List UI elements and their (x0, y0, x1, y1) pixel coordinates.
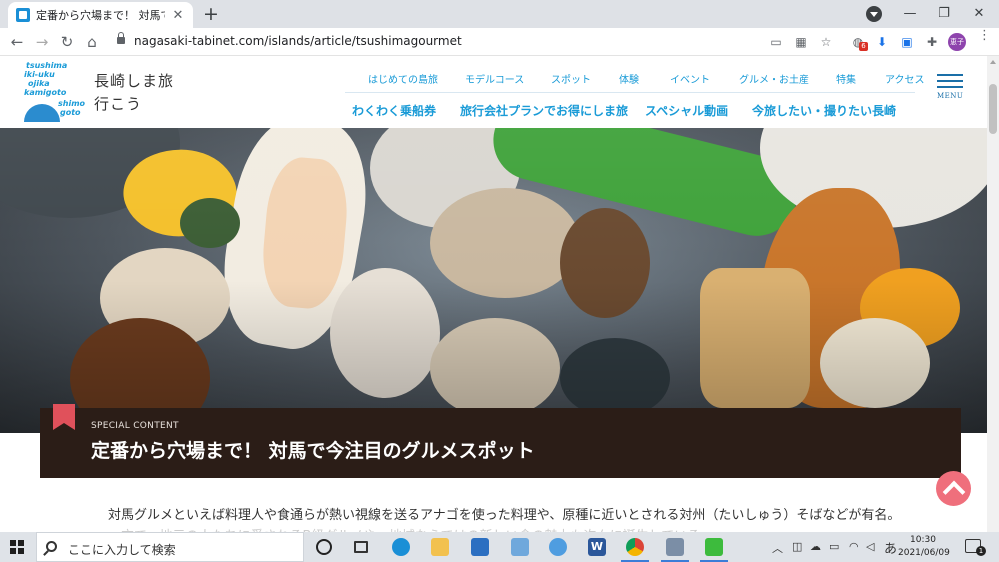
extension-badge: 6 (859, 42, 868, 51)
logo-word: tsushima (26, 61, 68, 70)
logo-word: iki-uku (24, 70, 55, 79)
restore-icon[interactable]: ❐ (927, 2, 961, 24)
logo-word: ojika (28, 79, 50, 88)
system-clock[interactable]: 10:30 2021/06/09 (898, 534, 950, 560)
app-icon[interactable] (705, 538, 723, 556)
nav-divider (345, 92, 915, 93)
home-icon[interactable]: ⌂ (82, 32, 102, 52)
site-favicon-icon (16, 8, 30, 22)
menu-bar-icon (937, 86, 963, 88)
windows-taskbar: ここに入力して検索 W ︿ ◫ ☁ ▭ ◠ ◁ あ 10:30 2021/06/… (0, 532, 999, 562)
tab-search-icon[interactable] (866, 6, 882, 22)
site-logo[interactable]: tsushima iki-uku ojika kamigoto shimo go… (22, 60, 86, 126)
bookmark-star-icon[interactable]: ☆ (818, 34, 834, 50)
address-bar[interactable]: nagasaki-tabinet.com/islands/article/tsu… (134, 34, 462, 48)
notification-count: 1 (976, 546, 986, 556)
back-icon[interactable]: ← (7, 32, 27, 52)
app-icon[interactable] (511, 538, 529, 556)
search-icon (46, 541, 57, 552)
cast-icon[interactable]: ▭ (768, 34, 784, 50)
article-title: 定番から穴場まで！ 対馬で今注目のグルメスポット (91, 440, 535, 462)
download-icon[interactable]: ⬇ (874, 34, 890, 50)
menu-bar-icon (937, 74, 963, 76)
menu-bar-icon (937, 80, 963, 82)
nav-spots[interactable]: スポット (551, 71, 591, 86)
nav-events[interactable]: イベント (670, 71, 710, 86)
page-top-button[interactable] (936, 471, 971, 506)
chrome-icon[interactable] (626, 538, 644, 556)
nav-travel-photo-nagasaki[interactable]: 今旅したい・撮りたい長崎 (752, 102, 896, 119)
tray-expand-icon[interactable]: ︿ (772, 540, 783, 556)
tab-title: 定番から穴場まで！ 対馬で今注目のグルメスポット (36, 9, 165, 22)
nav-wakuwaku-ticket[interactable]: わくわく乗船券 (352, 102, 436, 119)
logo-word: kamigoto (24, 88, 67, 97)
edge-icon[interactable] (392, 538, 410, 556)
mail-icon[interactable] (471, 538, 489, 556)
page-scrollbar[interactable] (987, 56, 999, 532)
new-tab-icon[interactable]: + (201, 3, 221, 25)
menu-label: MENU (937, 92, 964, 100)
file-explorer-icon[interactable] (431, 538, 449, 556)
browser-menu-icon[interactable]: ⋮ (978, 29, 991, 42)
taskbar-search-box[interactable]: ここに入力して検索 (36, 532, 304, 562)
internet-explorer-icon[interactable] (549, 538, 567, 556)
hero-shade (0, 128, 987, 433)
article-title-banner: SPECIAL CONTENT 定番から穴場まで！ 対馬で今注目のグルメスポット (40, 404, 961, 478)
close-window-icon[interactable]: ✕ (962, 2, 996, 24)
nav-experience[interactable]: 体験 (619, 71, 639, 86)
notification-icon[interactable]: 1 (965, 539, 986, 556)
nav-gourmet-souvenirs[interactable]: グルメ・お土産 (739, 71, 809, 86)
onedrive-icon[interactable]: ☁ (810, 540, 821, 553)
special-content-label: SPECIAL CONTENT (91, 421, 179, 431)
nav-first-island-trip[interactable]: はじめての島旅 (368, 71, 438, 86)
tray-app-icon[interactable]: ◫ (792, 540, 802, 553)
clock-time: 10:30 (910, 535, 936, 545)
site-header: tsushima iki-uku ojika kamigoto shimo go… (0, 56, 999, 128)
hamburger-menu-button[interactable]: MENU (937, 74, 963, 104)
scrollbar-thumb[interactable] (989, 84, 997, 134)
island-logo-icon (24, 104, 60, 122)
volume-icon[interactable]: ◁ (866, 540, 874, 553)
nav-access[interactable]: アクセス (885, 71, 925, 86)
logo-word: shimo (58, 99, 86, 108)
app-icon[interactable] (666, 538, 684, 556)
qr-icon[interactable]: ▦ (793, 34, 809, 50)
extension-shield-icon[interactable]: ◍ 6 (850, 34, 868, 51)
browser-toolbar: ← → ↻ ⌂ nagasaki-tabinet.com/islands/art… (0, 28, 999, 56)
hero-food-photo (0, 128, 987, 433)
lock-icon (117, 32, 125, 44)
scroll-up-icon[interactable] (990, 60, 996, 64)
clock-date: 2021/06/09 (898, 548, 950, 558)
article-intro: 対馬グルメといえば料理人や食通らが熱い視線を送るアナゴを使った料理や、原種に近い… (108, 508, 901, 523)
word-icon[interactable]: W (588, 538, 606, 556)
nav-travel-agency-plans[interactable]: 旅行会社プランでお得にしま旅 (460, 102, 628, 119)
task-view-icon[interactable] (354, 541, 368, 553)
minimize-icon[interactable]: — (893, 2, 927, 24)
tab-close-icon[interactable]: ✕ (171, 8, 185, 23)
browser-tab-bar: 定番から穴場まで！ 対馬で今注目のグルメスポット ✕ + — ❐ ✕ (0, 0, 999, 28)
nav-model-course[interactable]: モデルコース (465, 71, 524, 86)
nav-special-videos[interactable]: スペシャル動画 (645, 102, 728, 119)
profile-avatar[interactable]: 恵子 (948, 33, 966, 51)
battery-icon[interactable]: ▭ (829, 540, 839, 553)
forward-icon[interactable]: → (32, 32, 52, 52)
bookmark-ribbon-icon (53, 404, 75, 430)
nav-features[interactable]: 特集 (836, 71, 856, 86)
pdf-extension-icon[interactable]: ▣ (899, 34, 915, 50)
site-title[interactable]: 長崎しま旅 行こう (94, 70, 174, 116)
wifi-icon[interactable]: ◠ (849, 540, 859, 553)
extensions-puzzle-icon[interactable]: ✚ (924, 34, 940, 50)
ime-indicator[interactable]: あ (884, 538, 897, 557)
cortana-icon[interactable] (316, 539, 332, 555)
reload-icon[interactable]: ↻ (57, 32, 77, 52)
taskbar-search-placeholder: ここに入力して検索 (68, 543, 176, 557)
browser-tab[interactable]: 定番から穴場まで！ 対馬で今注目のグルメスポット ✕ (8, 2, 193, 28)
logo-word: goto (60, 108, 81, 117)
windows-start-icon[interactable] (10, 540, 24, 554)
